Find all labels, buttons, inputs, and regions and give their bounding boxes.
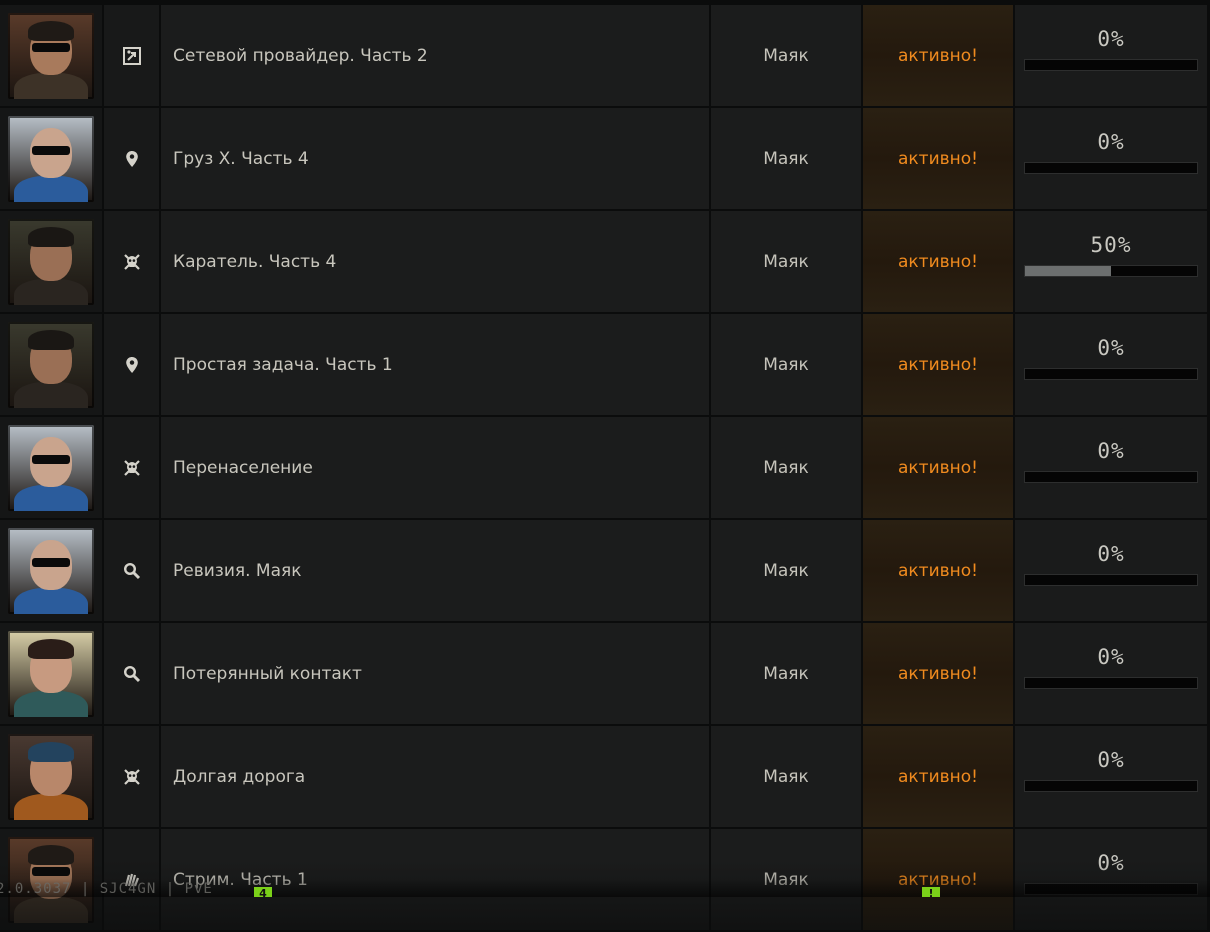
quest-type-cell bbox=[104, 211, 159, 312]
quest-type-cell bbox=[104, 520, 159, 621]
location-pin-icon bbox=[125, 356, 139, 374]
trader-avatar-cell bbox=[0, 108, 102, 209]
quest-name[interactable]: Потерянный контакт bbox=[161, 623, 709, 724]
quest-row[interactable]: Ревизия. Маяк Маяк активно! 0% bbox=[0, 520, 1210, 621]
progress-bar bbox=[1024, 574, 1198, 586]
quest-name[interactable]: Ревизия. Маяк bbox=[161, 520, 709, 621]
quest-type-cell bbox=[104, 314, 159, 415]
quest-location: Маяк bbox=[711, 5, 861, 106]
quest-location: Маяк bbox=[711, 417, 861, 518]
skull-icon bbox=[123, 768, 141, 786]
trader-avatar-cell bbox=[0, 417, 102, 518]
progress-bar bbox=[1024, 265, 1198, 277]
quest-location: Маяк bbox=[711, 520, 861, 621]
quest-progress-cell: 0% bbox=[1015, 520, 1207, 621]
quest-status: активно! bbox=[863, 314, 1013, 415]
quest-type-cell bbox=[104, 726, 159, 827]
footer-overlay: 2.0.3037 | SJC4GN | PvE 4 ! bbox=[0, 879, 1210, 900]
quest-status: активно! bbox=[863, 108, 1013, 209]
quest-status: активно! bbox=[863, 726, 1013, 827]
skull-icon bbox=[123, 459, 141, 477]
quest-status: активно! bbox=[863, 5, 1013, 106]
quest-progress-cell: 50% bbox=[1015, 211, 1207, 312]
quest-status: активно! bbox=[863, 417, 1013, 518]
search-icon bbox=[123, 665, 141, 683]
quest-row[interactable]: Перенаселение Маяк активно! 0% bbox=[0, 417, 1210, 518]
trader-portrait bbox=[8, 321, 94, 408]
quest-progress-cell: 0% bbox=[1015, 108, 1207, 209]
quest-row[interactable]: Каратель. Часть 4 Маяк активно! 50% bbox=[0, 211, 1210, 312]
quest-name[interactable]: Сетевой провайдер. Часть 2 bbox=[161, 5, 709, 106]
quest-name[interactable]: Груз X. Часть 4 bbox=[161, 108, 709, 209]
location-pin-icon bbox=[125, 150, 139, 168]
quest-progress-cell: 0% bbox=[1015, 314, 1207, 415]
progress-bar bbox=[1024, 59, 1198, 71]
quest-name[interactable]: Долгая дорога bbox=[161, 726, 709, 827]
quest-location: Маяк bbox=[711, 108, 861, 209]
quest-list: Сетевой провайдер. Часть 2 Маяк активно!… bbox=[0, 5, 1210, 932]
progress-bar bbox=[1024, 162, 1198, 174]
progress-percent: 0% bbox=[1097, 645, 1125, 669]
quest-progress-cell: 0% bbox=[1015, 417, 1207, 518]
quest-type-cell bbox=[104, 108, 159, 209]
quest-row[interactable]: Сетевой провайдер. Часть 2 Маяк активно!… bbox=[0, 5, 1210, 106]
trader-portrait bbox=[8, 218, 94, 305]
trader-portrait bbox=[8, 424, 94, 511]
trader-avatar-cell bbox=[0, 623, 102, 724]
trader-avatar-cell bbox=[0, 520, 102, 621]
trader-avatar-cell bbox=[0, 211, 102, 312]
quest-progress-cell: 0% bbox=[1015, 726, 1207, 827]
progress-bar bbox=[1024, 368, 1198, 380]
progress-percent: 0% bbox=[1097, 542, 1125, 566]
quest-location: Маяк bbox=[711, 211, 861, 312]
quest-name[interactable]: Перенаселение bbox=[161, 417, 709, 518]
quest-location: Маяк bbox=[711, 314, 861, 415]
quest-location: Маяк bbox=[711, 623, 861, 724]
progress-bar bbox=[1024, 677, 1198, 689]
quest-row[interactable]: Простая задача. Часть 1 Маяк активно! 0% bbox=[0, 314, 1210, 415]
trader-portrait bbox=[8, 733, 94, 820]
progress-percent: 0% bbox=[1097, 130, 1125, 154]
trader-portrait bbox=[8, 630, 94, 717]
quest-name[interactable]: Простая задача. Часть 1 bbox=[161, 314, 709, 415]
trader-avatar-cell bbox=[0, 5, 102, 106]
quest-type-cell bbox=[104, 5, 159, 106]
trader-portrait bbox=[8, 115, 94, 202]
quest-progress-cell: 0% bbox=[1015, 5, 1207, 106]
progress-bar bbox=[1024, 780, 1198, 792]
quest-type-cell bbox=[104, 623, 159, 724]
quest-status: активно! bbox=[863, 520, 1013, 621]
notification-marker-left: 4 bbox=[254, 887, 272, 900]
quest-progress-cell: 0% bbox=[1015, 623, 1207, 724]
progress-percent: 0% bbox=[1097, 336, 1125, 360]
search-icon bbox=[123, 562, 141, 580]
quest-row[interactable]: Груз X. Часть 4 Маяк активно! 0% bbox=[0, 108, 1210, 209]
quest-type-cell bbox=[104, 417, 159, 518]
quest-name[interactable]: Каратель. Часть 4 bbox=[161, 211, 709, 312]
quest-status: активно! bbox=[863, 211, 1013, 312]
progress-percent: 0% bbox=[1097, 851, 1125, 875]
trader-portrait bbox=[8, 12, 94, 99]
progress-fill bbox=[1025, 266, 1111, 276]
version-label: 2.0.3037 | SJC4GN | PvE bbox=[0, 881, 213, 897]
exit-icon bbox=[122, 46, 141, 65]
quest-status: активно! bbox=[863, 623, 1013, 724]
quest-row[interactable]: Долгая дорога Маяк активно! 0% bbox=[0, 726, 1210, 827]
trader-avatar-cell bbox=[0, 314, 102, 415]
trader-portrait bbox=[8, 527, 94, 614]
trader-avatar-cell bbox=[0, 726, 102, 827]
progress-percent: 0% bbox=[1097, 27, 1125, 51]
progress-percent: 0% bbox=[1097, 439, 1125, 463]
skull-icon bbox=[123, 253, 141, 271]
notification-marker-right: ! bbox=[922, 887, 940, 900]
progress-percent: 50% bbox=[1090, 233, 1132, 257]
quest-row[interactable]: Потерянный контакт Маяк активно! 0% bbox=[0, 623, 1210, 724]
quest-location: Маяк bbox=[711, 726, 861, 827]
progress-percent: 0% bbox=[1097, 748, 1125, 772]
progress-bar bbox=[1024, 471, 1198, 483]
